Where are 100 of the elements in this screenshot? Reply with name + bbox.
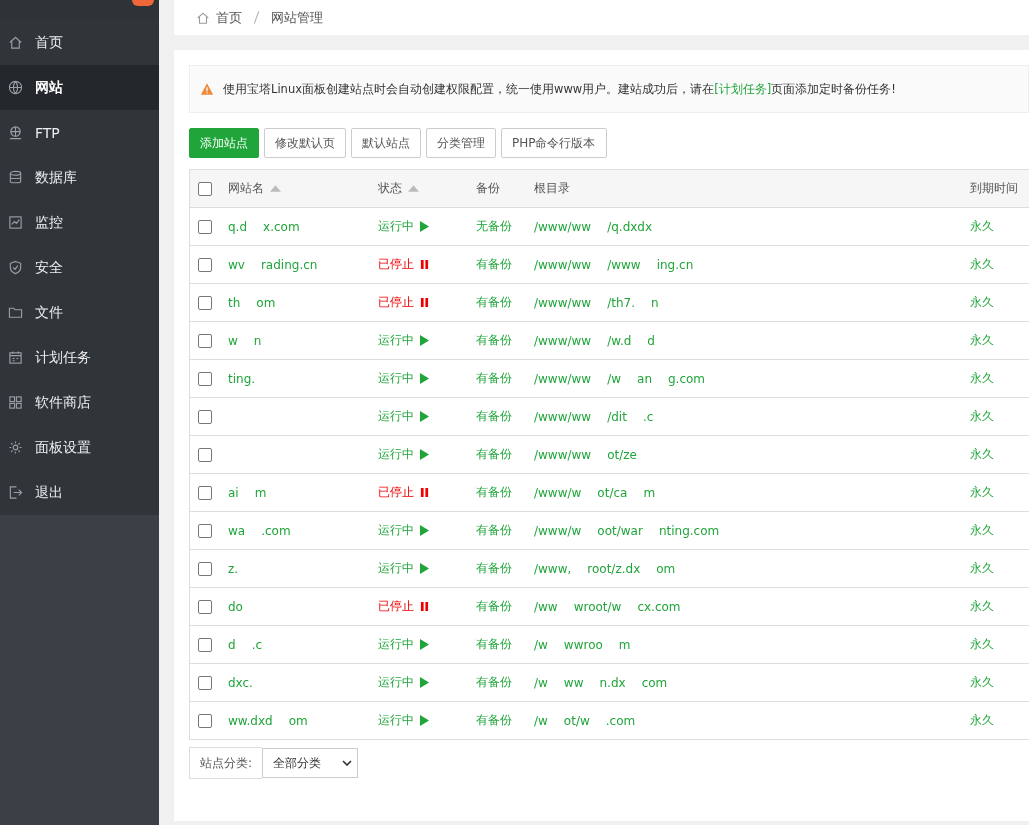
status-label[interactable]: 运行中 [378,218,414,235]
root-path[interactable]: n.dx [599,675,626,690]
checkbox[interactable] [198,447,212,462]
expiry-date[interactable]: 永久 [970,522,994,539]
root-path[interactable]: /www/ww [534,257,592,272]
site-name[interactable]: n [253,333,262,348]
site-name[interactable]: w [228,333,238,348]
site-name[interactable]: do [228,599,243,614]
category-select[interactable]: 全部分类 [262,748,359,778]
nav-item[interactable]: 安全 [0,245,159,290]
root-path[interactable]: /www/ww [534,295,592,310]
nav-item[interactable]: 数据库 [0,155,159,200]
backup-status[interactable]: 有备份 [476,674,512,691]
nav-item[interactable]: 退出 [0,470,159,515]
site-name[interactable]: .c [251,637,263,652]
toolbar-button[interactable]: 分类管理 [426,128,496,158]
root-path[interactable]: d [647,333,655,348]
breadcrumb-link[interactable]: 网站管理 [271,8,323,27]
expiry-date[interactable]: 永久 [970,636,994,653]
backup-status[interactable]: 无备份 [476,218,512,235]
expiry-date[interactable]: 永久 [970,256,994,273]
status-label[interactable]: 已停止 [378,294,414,311]
checkbox[interactable] [198,371,212,386]
root-path[interactable]: /w [534,637,548,652]
checkbox[interactable] [198,637,212,652]
nav-item[interactable]: 首页 [0,20,159,65]
status-label[interactable]: 运行中 [378,408,414,425]
root-path[interactable]: /www/w [534,485,582,500]
root-path[interactable]: an [637,371,652,386]
nav-item[interactable]: 文件 [0,290,159,335]
root-path[interactable]: root/z.dx [587,561,641,576]
schedule-link[interactable]: [计划任务] [714,81,772,96]
root-path[interactable]: wwroo [563,637,603,652]
root-path[interactable]: m [643,485,656,500]
status-label[interactable]: 已停止 [378,598,414,615]
site-name[interactable]: ting. [228,371,256,386]
site-name[interactable]: m [254,485,267,500]
expiry-date[interactable]: 永久 [970,218,994,235]
nav-item[interactable]: 软件商店 [0,380,159,425]
expiry-date[interactable]: 永久 [970,294,994,311]
root-path[interactable]: /q.dxdx [607,219,653,234]
site-name[interactable]: x.com [263,219,300,234]
backup-status[interactable]: 有备份 [476,598,512,615]
status-label[interactable]: 运行中 [378,636,414,653]
add-site-button[interactable]: 添加站点 [189,128,259,158]
nav-item[interactable]: 面板设置 [0,425,159,470]
site-name[interactable]: rading.cn [260,257,318,272]
root-path[interactable]: /www/ww [534,447,592,462]
column-header[interactable]: 根目录 [534,180,570,197]
root-path[interactable]: /www/ww [534,409,592,424]
root-path[interactable]: /www/ww [534,371,592,386]
site-name[interactable]: ai [228,485,239,500]
root-path[interactable]: m [618,637,631,652]
checkbox[interactable] [198,181,212,196]
site-name[interactable]: th [228,295,241,310]
root-path[interactable]: /w [607,371,622,386]
nav-item[interactable]: 计划任务 [0,335,159,380]
root-path[interactable]: g.com [668,371,706,386]
toolbar-button[interactable]: 修改默认页 [264,128,346,158]
backup-status[interactable]: 有备份 [476,712,512,729]
root-path[interactable]: /www/ww [534,333,592,348]
expiry-date[interactable]: 永久 [970,446,994,463]
root-path[interactable]: /www/w [534,523,582,538]
root-path[interactable]: cx.com [637,599,681,614]
root-path[interactable]: /w [534,713,548,728]
root-path[interactable]: .c [642,409,654,424]
root-path[interactable]: ing.cn [656,257,694,272]
status-label[interactable]: 运行中 [378,560,414,577]
status-label[interactable]: 运行中 [378,522,414,539]
root-path[interactable]: nting.com [658,523,720,538]
status-label[interactable]: 运行中 [378,370,414,387]
column-header[interactable]: 状态 [378,180,419,197]
root-path[interactable]: ot/w [563,713,590,728]
root-path[interactable]: oot/war [597,523,643,538]
column-header[interactable]: 网站名 [228,180,281,197]
expiry-date[interactable]: 永久 [970,712,994,729]
site-name[interactable]: om [288,713,308,728]
expiry-date[interactable]: 永久 [970,484,994,501]
site-name[interactable]: dxc. [228,675,253,690]
checkbox[interactable] [198,295,212,310]
nav-item[interactable]: FTP [0,110,159,155]
backup-status[interactable]: 有备份 [476,484,512,501]
backup-status[interactable]: 有备份 [476,256,512,273]
expiry-date[interactable]: 永久 [970,332,994,349]
backup-status[interactable]: 有备份 [476,294,512,311]
root-path[interactable]: wroot/w [573,599,622,614]
expiry-date[interactable]: 永久 [970,370,994,387]
checkbox[interactable] [198,333,212,348]
status-label[interactable]: 已停止 [378,484,414,501]
backup-status[interactable]: 有备份 [476,408,512,425]
site-name[interactable]: q.d [228,219,248,234]
site-name[interactable]: wa [228,523,246,538]
backup-status[interactable]: 有备份 [476,370,512,387]
root-path[interactable]: .com [605,713,636,728]
status-label[interactable]: 运行中 [378,712,414,729]
backup-status[interactable]: 有备份 [476,636,512,653]
root-path[interactable]: ot/ze [607,447,637,462]
nav-item[interactable]: 监控 [0,200,159,245]
site-name[interactable]: ww.dxd [228,713,273,728]
expiry-date[interactable]: 永久 [970,560,994,577]
